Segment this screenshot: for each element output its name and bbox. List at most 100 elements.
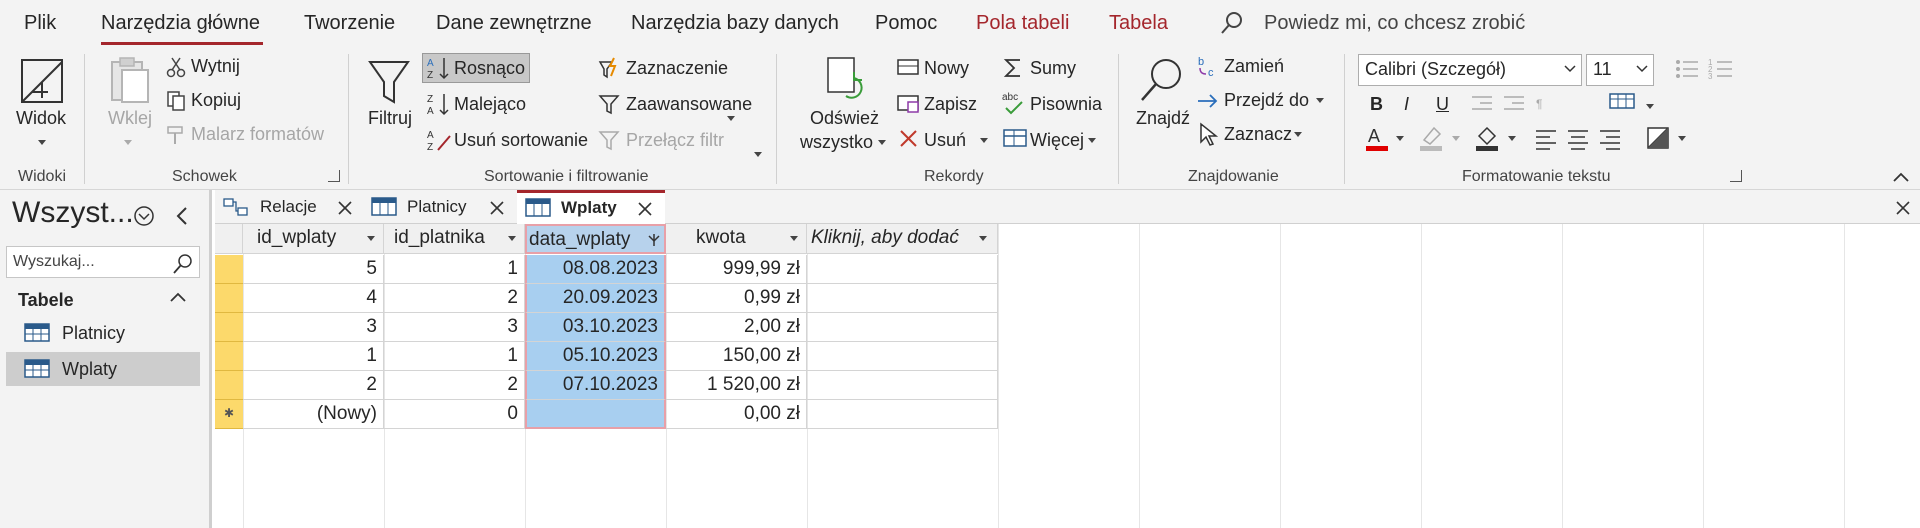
tab-help[interactable]: Pomoc — [875, 12, 937, 35]
clipboard-launcher-icon[interactable] — [328, 170, 340, 182]
sort-ascending-icon[interactable]: A Z — [426, 56, 452, 80]
tab-table-fields[interactable]: Pola tabeli — [976, 12, 1069, 35]
table-cell[interactable]: 2 — [384, 284, 525, 313]
collapse-ribbon-icon[interactable] — [1892, 170, 1910, 184]
view-icon[interactable] — [18, 56, 68, 106]
select-dropdown-icon[interactable] — [1294, 132, 1302, 137]
select-button[interactable]: Zaznacz — [1224, 124, 1292, 145]
toggle-filter-icon[interactable] — [598, 128, 622, 152]
advanced-filter-button[interactable]: Zaawansowane — [626, 94, 752, 115]
table-cell[interactable]: 0,99 zł — [666, 284, 807, 313]
save-record-icon[interactable] — [896, 92, 922, 116]
nav-section-tables[interactable]: Tabele — [18, 290, 74, 311]
advanced-filter-icon[interactable] — [598, 92, 622, 116]
table-cell[interactable]: 999,99 zł — [666, 255, 807, 284]
table-cell[interactable] — [807, 371, 998, 400]
find-button[interactable]: Znajdź — [1136, 108, 1190, 129]
search-icon[interactable] — [172, 252, 196, 276]
goto-button[interactable]: Przejdź do — [1224, 90, 1309, 111]
table-cell[interactable] — [807, 255, 998, 284]
lightbulb-search-icon[interactable] — [1220, 10, 1244, 36]
advanced-dropdown-icon[interactable] — [754, 152, 762, 157]
numbering-icon[interactable]: 1 2 3 — [1708, 56, 1736, 82]
column-sort-dropdown-icon[interactable] — [790, 236, 798, 241]
table-cell[interactable]: 3 — [384, 313, 525, 342]
font-name-select[interactable]: Calibri (Szczegół) — [1358, 54, 1582, 86]
totals-button[interactable]: Sumy — [1030, 58, 1076, 79]
copy-icon[interactable] — [166, 90, 186, 112]
select-all-corner[interactable] — [215, 224, 243, 254]
gridlines-dropdown-icon[interactable] — [1646, 104, 1654, 109]
paste-icon[interactable] — [108, 56, 152, 106]
alternate-row-color-icon[interactable] — [1646, 126, 1672, 152]
underline-button[interactable]: U — [1436, 94, 1449, 115]
table-cell[interactable]: 07.10.2023 — [525, 371, 666, 400]
format-painter-icon[interactable] — [166, 124, 186, 146]
delete-record-icon[interactable] — [898, 128, 920, 150]
tab-create[interactable]: Tworzenie — [304, 12, 395, 35]
table-cell[interactable] — [807, 313, 998, 342]
align-icons[interactable] — [1534, 128, 1624, 150]
paste-button[interactable]: Wklej — [108, 108, 152, 129]
table-cell[interactable]: 3 — [243, 313, 384, 342]
new-record-cell[interactable]: (Nowy) — [243, 400, 384, 429]
copy-button[interactable]: Kopiuj — [191, 90, 241, 111]
refresh-dropdown-icon[interactable] — [878, 140, 886, 145]
paste-dropdown-icon[interactable] — [124, 140, 132, 145]
new-record-button[interactable]: Nowy — [924, 58, 969, 79]
table-cell[interactable]: 1 — [243, 342, 384, 371]
tab-database-tools[interactable]: Narzędzia bazy danych — [631, 12, 839, 35]
selection-dropdown-icon[interactable] — [727, 116, 735, 121]
table-cell[interactable]: 5 — [243, 255, 384, 284]
table-cell[interactable]: 4 — [243, 284, 384, 313]
save-record-button[interactable]: Zapisz — [924, 94, 977, 115]
format-painter-button[interactable]: Malarz formatów — [191, 124, 324, 145]
fill-color-dropdown-icon[interactable] — [1508, 136, 1516, 141]
italic-button[interactable]: I — [1404, 94, 1409, 115]
record-selector[interactable] — [215, 313, 243, 342]
record-selector[interactable] — [215, 255, 243, 284]
chevron-down-icon[interactable] — [1564, 64, 1576, 74]
collapse-nav-chevron-icon[interactable] — [172, 204, 192, 228]
nav-item-platnicy[interactable]: Platnicy — [6, 316, 200, 350]
fill-color-icon[interactable] — [1474, 124, 1500, 154]
delete-record-button[interactable]: Usuń — [924, 130, 966, 151]
column-header-add-field[interactable]: Kliknij, aby dodać — [807, 224, 998, 254]
close-icon[interactable] — [637, 201, 653, 217]
add-field-dropdown-icon[interactable] — [979, 236, 987, 241]
sort-descending-button[interactable]: Malejąco — [454, 94, 526, 115]
view-dropdown-icon[interactable] — [38, 140, 46, 145]
tab-home[interactable]: Narzędzia główne — [101, 12, 260, 35]
selection-filter-icon[interactable] — [598, 56, 622, 80]
replace-button[interactable]: Zamień — [1224, 56, 1284, 77]
record-selector[interactable] — [215, 284, 243, 313]
filter-icon[interactable] — [368, 58, 412, 108]
text-format-launcher-icon[interactable] — [1730, 170, 1742, 182]
highlight-dropdown-icon[interactable] — [1452, 136, 1460, 141]
nav-menu-dropdown-icon[interactable] — [132, 204, 156, 228]
close-object-icon[interactable] — [1895, 200, 1911, 216]
nav-item-wplaty[interactable]: Wplaty — [6, 352, 200, 386]
nav-pane-title[interactable]: Wszyst... — [12, 196, 134, 230]
remove-sort-icon[interactable]: A Z — [426, 128, 452, 152]
column-header-id-platnika[interactable]: id_platnika — [384, 224, 525, 254]
gridlines-icon[interactable] — [1608, 92, 1638, 112]
close-icon[interactable] — [489, 200, 505, 216]
table-cell[interactable]: 1 — [384, 342, 525, 371]
more-button[interactable]: Więcej — [1030, 130, 1084, 151]
column-header-id-wplaty[interactable]: id_wplaty — [243, 224, 384, 254]
chevron-down-icon[interactable] — [1636, 64, 1648, 74]
section-collapse-icon[interactable] — [168, 288, 188, 306]
new-record-cell[interactable]: 0 — [384, 400, 525, 429]
highlight-color-icon[interactable] — [1418, 124, 1444, 154]
refresh-button-line2[interactable]: wszystko — [800, 132, 873, 153]
tab-wplaty[interactable]: Wplaty — [517, 190, 665, 224]
tab-table[interactable]: Tabela — [1109, 12, 1168, 35]
view-button[interactable]: Widok — [16, 108, 66, 129]
table-cell[interactable]: 05.10.2023 — [525, 342, 666, 371]
new-record-selector[interactable]: ✱ — [215, 400, 243, 429]
new-record-cell[interactable]: 0,00 zł — [666, 400, 807, 429]
cut-button[interactable]: Wytnij — [191, 56, 240, 77]
delete-dropdown-icon[interactable] — [980, 138, 988, 143]
sort-descending-icon[interactable]: Z A — [426, 92, 452, 116]
